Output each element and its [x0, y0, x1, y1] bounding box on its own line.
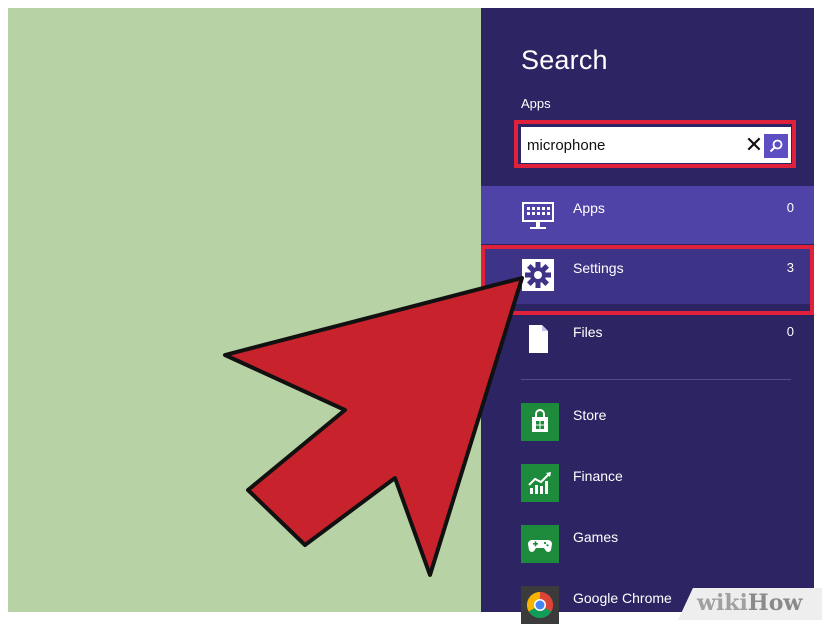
- red-arrow-annotation: [223, 276, 524, 577]
- watermark-suffix: How: [747, 590, 803, 616]
- watermark-prefix: wiki: [697, 590, 748, 616]
- wikihow-watermark: wikiHow: [697, 590, 802, 616]
